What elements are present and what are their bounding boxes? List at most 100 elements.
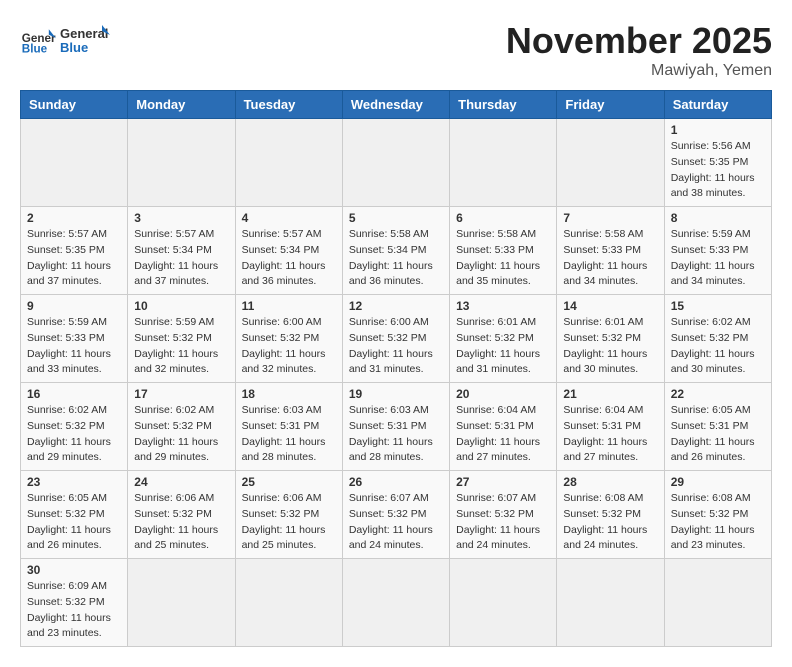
weekday-header: Sunday <box>21 91 128 119</box>
weekday-header-row: SundayMondayTuesdayWednesdayThursdayFrid… <box>21 91 772 119</box>
weekday-header: Monday <box>128 91 235 119</box>
day-info: Sunrise: 5:56 AM Sunset: 5:35 PM Dayligh… <box>671 139 765 202</box>
day-info: Sunrise: 6:03 AM Sunset: 5:31 PM Dayligh… <box>349 403 443 466</box>
day-info: Sunrise: 6:06 AM Sunset: 5:32 PM Dayligh… <box>242 491 336 554</box>
day-info: Sunrise: 6:07 AM Sunset: 5:32 PM Dayligh… <box>349 491 443 554</box>
calendar-cell <box>450 559 557 647</box>
svg-text:General: General <box>60 26 108 41</box>
day-info: Sunrise: 5:58 AM Sunset: 5:33 PM Dayligh… <box>456 227 550 290</box>
day-number: 28 <box>563 475 657 489</box>
day-number: 9 <box>27 299 121 313</box>
day-number: 1 <box>671 123 765 137</box>
calendar-cell: 14 Sunrise: 6:01 AM Sunset: 5:32 PM Dayli… <box>557 295 664 383</box>
day-number: 10 <box>134 299 228 313</box>
day-info: Sunrise: 6:00 AM Sunset: 5:32 PM Dayligh… <box>242 315 336 378</box>
calendar-cell <box>235 559 342 647</box>
weekday-header: Saturday <box>664 91 771 119</box>
calendar-cell: 23 Sunrise: 6:05 AM Sunset: 5:32 PM Dayli… <box>21 471 128 559</box>
calendar-cell: 15 Sunrise: 6:02 AM Sunset: 5:32 PM Dayli… <box>664 295 771 383</box>
calendar-cell: 1 Sunrise: 5:56 AM Sunset: 5:35 PM Daylig… <box>664 119 771 207</box>
calendar-cell <box>235 119 342 207</box>
day-info: Sunrise: 5:59 AM Sunset: 5:33 PM Dayligh… <box>671 227 765 290</box>
day-number: 18 <box>242 387 336 401</box>
day-info: Sunrise: 6:02 AM Sunset: 5:32 PM Dayligh… <box>671 315 765 378</box>
calendar-cell: 11 Sunrise: 6:00 AM Sunset: 5:32 PM Dayli… <box>235 295 342 383</box>
day-info: Sunrise: 6:01 AM Sunset: 5:32 PM Dayligh… <box>563 315 657 378</box>
day-info: Sunrise: 6:05 AM Sunset: 5:32 PM Dayligh… <box>27 491 121 554</box>
day-info: Sunrise: 5:59 AM Sunset: 5:33 PM Dayligh… <box>27 315 121 378</box>
day-number: 24 <box>134 475 228 489</box>
day-number: 23 <box>27 475 121 489</box>
day-info: Sunrise: 6:02 AM Sunset: 5:32 PM Dayligh… <box>134 403 228 466</box>
calendar-cell: 16Sunrise: 6:02 AM Sunset: 5:32 PM Dayli… <box>21 383 128 471</box>
day-number: 29 <box>671 475 765 489</box>
calendar-cell <box>450 119 557 207</box>
calendar-cell <box>557 559 664 647</box>
calendar-cell: 30Sunrise: 6:09 AM Sunset: 5:32 PM Dayli… <box>21 559 128 647</box>
calendar-row: 2Sunrise: 5:57 AM Sunset: 5:35 PM Daylig… <box>21 207 772 295</box>
calendar-cell: 25 Sunrise: 6:06 AM Sunset: 5:32 PM Dayli… <box>235 471 342 559</box>
calendar-cell <box>342 119 449 207</box>
calendar-cell <box>342 559 449 647</box>
calendar-cell: 19 Sunrise: 6:03 AM Sunset: 5:31 PM Dayli… <box>342 383 449 471</box>
day-number: 20 <box>456 387 550 401</box>
day-number: 6 <box>456 211 550 225</box>
day-number: 2 <box>27 211 121 225</box>
calendar-row: 1 Sunrise: 5:56 AM Sunset: 5:35 PM Daylig… <box>21 119 772 207</box>
calendar-row: 23 Sunrise: 6:05 AM Sunset: 5:32 PM Dayli… <box>21 471 772 559</box>
day-info: Sunrise: 6:08 AM Sunset: 5:32 PM Dayligh… <box>671 491 765 554</box>
day-number: 16 <box>27 387 121 401</box>
day-info: Sunrise: 6:01 AM Sunset: 5:32 PM Dayligh… <box>456 315 550 378</box>
calendar-cell: 6 Sunrise: 5:58 AM Sunset: 5:33 PM Daylig… <box>450 207 557 295</box>
calendar-cell: 2Sunrise: 5:57 AM Sunset: 5:35 PM Daylig… <box>21 207 128 295</box>
calendar-cell: 27 Sunrise: 6:07 AM Sunset: 5:32 PM Dayli… <box>450 471 557 559</box>
calendar-cell: 18 Sunrise: 6:03 AM Sunset: 5:31 PM Dayli… <box>235 383 342 471</box>
day-number: 11 <box>242 299 336 313</box>
calendar-cell: 28Sunrise: 6:08 AM Sunset: 5:32 PM Dayli… <box>557 471 664 559</box>
calendar-cell: 4Sunrise: 5:57 AM Sunset: 5:34 PM Daylig… <box>235 207 342 295</box>
day-number: 19 <box>349 387 443 401</box>
page-header: General Blue General Blue November 2025 … <box>20 20 772 80</box>
day-info: Sunrise: 5:57 AM Sunset: 5:34 PM Dayligh… <box>242 227 336 290</box>
calendar-cell: 20 Sunrise: 6:04 AM Sunset: 5:31 PM Dayli… <box>450 383 557 471</box>
day-number: 15 <box>671 299 765 313</box>
calendar-cell: 10 Sunrise: 5:59 AM Sunset: 5:32 PM Dayli… <box>128 295 235 383</box>
weekday-header: Thursday <box>450 91 557 119</box>
day-info: Sunrise: 5:58 AM Sunset: 5:33 PM Dayligh… <box>563 227 657 290</box>
svg-text:Blue: Blue <box>22 43 48 56</box>
day-info: Sunrise: 5:58 AM Sunset: 5:34 PM Dayligh… <box>349 227 443 290</box>
day-number: 27 <box>456 475 550 489</box>
day-number: 25 <box>242 475 336 489</box>
day-info: Sunrise: 6:03 AM Sunset: 5:31 PM Dayligh… <box>242 403 336 466</box>
weekday-header: Tuesday <box>235 91 342 119</box>
calendar-cell <box>128 119 235 207</box>
calendar-cell: 21 Sunrise: 6:04 AM Sunset: 5:31 PM Dayli… <box>557 383 664 471</box>
calendar-cell: 24Sunrise: 6:06 AM Sunset: 5:32 PM Dayli… <box>128 471 235 559</box>
calendar-row: 16 Sunrise: 6:02 AM Sunset: 5:32 PM Dayli… <box>21 383 772 471</box>
location-title: Mawiyah, Yemen <box>506 62 772 80</box>
weekday-header: Friday <box>557 91 664 119</box>
day-number: 7 <box>563 211 657 225</box>
calendar-cell: 22Sunrise: 6:05 AM Sunset: 5:31 PM Dayli… <box>664 383 771 471</box>
day-info: Sunrise: 6:00 AM Sunset: 5:32 PM Dayligh… <box>349 315 443 378</box>
day-info: Sunrise: 5:57 AM Sunset: 5:34 PM Dayligh… <box>134 227 228 290</box>
calendar-cell: 8Sunrise: 5:59 AM Sunset: 5:33 PM Daylig… <box>664 207 771 295</box>
day-info: Sunrise: 5:59 AM Sunset: 5:32 PM Dayligh… <box>134 315 228 378</box>
day-info: Sunrise: 6:07 AM Sunset: 5:32 PM Dayligh… <box>456 491 550 554</box>
title-area: November 2025 Mawiyah, Yemen <box>506 20 772 80</box>
day-info: Sunrise: 6:04 AM Sunset: 5:31 PM Dayligh… <box>456 403 550 466</box>
calendar-cell <box>21 119 128 207</box>
calendar-cell: 17 Sunrise: 6:02 AM Sunset: 5:32 PM Dayli… <box>128 383 235 471</box>
day-number: 21 <box>563 387 657 401</box>
calendar-cell: 26Sunrise: 6:07 AM Sunset: 5:32 PM Dayli… <box>342 471 449 559</box>
calendar-cell: 9 Sunrise: 5:59 AM Sunset: 5:33 PM Daylig… <box>21 295 128 383</box>
day-number: 30 <box>27 563 121 577</box>
calendar-row: 9 Sunrise: 5:59 AM Sunset: 5:33 PM Daylig… <box>21 295 772 383</box>
day-number: 13 <box>456 299 550 313</box>
calendar-cell: 12Sunrise: 6:00 AM Sunset: 5:32 PM Dayli… <box>342 295 449 383</box>
day-number: 14 <box>563 299 657 313</box>
day-number: 17 <box>134 387 228 401</box>
day-info: Sunrise: 6:04 AM Sunset: 5:31 PM Dayligh… <box>563 403 657 466</box>
logo-icon: General Blue <box>20 22 56 58</box>
calendar-cell: 7 Sunrise: 5:58 AM Sunset: 5:33 PM Daylig… <box>557 207 664 295</box>
